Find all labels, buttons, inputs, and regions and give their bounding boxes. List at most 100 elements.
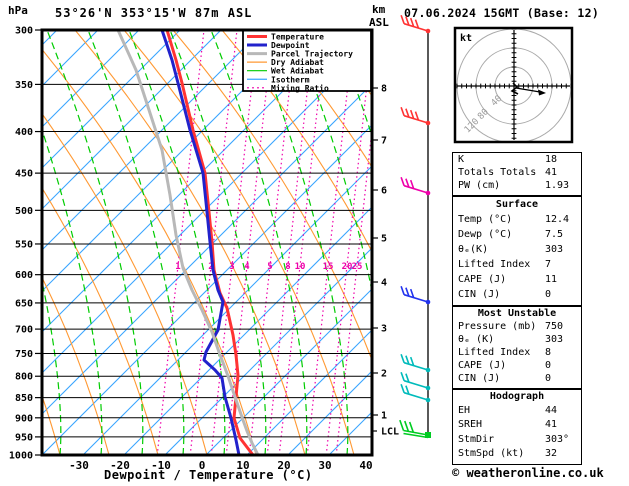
- mixing-ratio-value-label: 3: [229, 262, 234, 272]
- stats-label: CAPE (J): [458, 274, 507, 285]
- wind-barb: [400, 106, 431, 126]
- wind-barb: [400, 285, 431, 305]
- stats-value: 0: [545, 289, 552, 300]
- wind-barb: [400, 353, 431, 373]
- km-tick-label: 7: [381, 136, 387, 147]
- mixing-ratio-value-label: 10: [295, 262, 306, 272]
- stats-label: K: [458, 154, 465, 165]
- mixing-ratio-value-label: 8: [285, 262, 290, 272]
- mixing-ratio-value-label: 15: [323, 262, 334, 272]
- copyright-credit: © weatheronline.co.uk: [452, 466, 604, 480]
- stats-row: Lifted Index 8: [453, 346, 581, 359]
- temp-tick-label: -20: [110, 459, 130, 472]
- stats-label: StmDir: [458, 433, 495, 445]
- stats-value: 32: [545, 447, 558, 459]
- temp-tick-label: -30: [69, 459, 89, 472]
- wind-barb-column: [399, 14, 431, 439]
- wind-barb: [399, 419, 431, 439]
- pressure-tick-label: 500: [15, 206, 33, 217]
- stats-row: CIN (J) 0: [453, 372, 581, 385]
- stats-value: 41: [545, 419, 558, 431]
- km-tick-label: 5: [381, 234, 387, 245]
- stats-box: Most Unstable Pressure (mb) 750 θₑ (K) 303 Li…: [452, 306, 582, 389]
- temp-tick-label: -10: [151, 459, 171, 472]
- wind-barb: [400, 176, 431, 196]
- stats-value: 303°: [545, 433, 570, 445]
- stats-box: Surface Temp (°C) 12.4 Dewp (°C) 7.5 θₑ(K) 303…: [452, 196, 582, 306]
- km-tick-label: 2: [381, 369, 387, 380]
- stats-label: EH: [458, 405, 471, 417]
- stats-value: 11: [545, 274, 558, 285]
- storm-motion-vector: [515, 87, 541, 93]
- mixing-ratio-value-label: 4: [244, 262, 250, 272]
- hodograph: 4080120 kt: [453, 26, 574, 144]
- wind-barb: [400, 14, 431, 34]
- stats-value: 0: [545, 360, 552, 371]
- pressure-tick-label: 800: [15, 372, 33, 383]
- km-tick-label: 6: [381, 186, 387, 197]
- stats-box-header: Most Unstable: [477, 308, 557, 319]
- stats-value: 303: [545, 334, 564, 345]
- wet-adiabat-line: [621, 30, 629, 455]
- stats-label: CAPE (J): [458, 360, 507, 371]
- stats-value: 12.4: [545, 214, 570, 225]
- stats-value: 750: [545, 321, 564, 332]
- pressure-tick-label: 400: [15, 127, 33, 138]
- stats-row: Temp (°C) 12.4: [453, 212, 581, 227]
- stats-label: Lifted Index: [458, 259, 531, 270]
- km-tick-label: 3: [381, 324, 387, 335]
- pressure-tick-label: 450: [15, 169, 33, 180]
- temp-tick-label: 0: [199, 459, 206, 472]
- stats-row: StmDir 303°: [453, 433, 581, 447]
- stats-row: PW (cm) 1.93: [453, 179, 581, 192]
- stats-label: StmSpd (kt): [458, 447, 525, 459]
- pressure-tick-label: 700: [15, 325, 33, 336]
- stats-row: θₑ(K) 303: [453, 242, 581, 257]
- skewt-screenshot: hPa 53°26'N 353°15'W 87m ASL km ASL 07.0…: [0, 0, 629, 486]
- stats-value: 8: [545, 347, 552, 358]
- stats-row: CAPE (J) 0: [453, 359, 581, 372]
- stats-value: 303: [545, 244, 564, 255]
- stats-row: K 18: [453, 153, 581, 166]
- wind-barb: [400, 371, 431, 391]
- isotherm-line: [0, 30, 16, 455]
- temp-tick-label: 10: [236, 459, 249, 472]
- stats-label: Lifted Index: [458, 347, 531, 358]
- lcl-label: LCL: [381, 427, 399, 438]
- stats-row: θₑ (K) 303: [453, 333, 581, 346]
- mixing-ratio-value-label: 5: [267, 262, 272, 272]
- legend-item-label: Mixing Ratio: [271, 83, 329, 93]
- stats-label: Temp (°C): [458, 214, 513, 225]
- wet-adiabat-line: [580, 30, 629, 455]
- mixing-ratio-value-label: 25: [352, 262, 363, 272]
- pressure-tick-label: 1000: [9, 451, 33, 462]
- storm-motion-arrowhead: [538, 89, 546, 96]
- pressure-tick-label: 600: [15, 270, 33, 281]
- stats-row: Lifted Index 7: [453, 257, 581, 272]
- stats-label: PW (cm): [458, 180, 501, 191]
- stats-label: θₑ(K): [458, 244, 489, 255]
- stats-row: StmSpd (kt) 32: [453, 447, 581, 461]
- pressure-tick-label: 850: [15, 393, 33, 404]
- legend: TemperatureDewpointParcel TrajectoryDry …: [242, 29, 372, 93]
- stats-value: 7: [545, 259, 552, 270]
- pressure-tick-label: 650: [15, 298, 33, 309]
- stats-row: SREH 41: [453, 418, 581, 432]
- stats-value: 44: [545, 405, 558, 417]
- stats-row: Totals Totals 41: [453, 166, 581, 179]
- stats-label: CIN (J): [458, 289, 501, 300]
- stats-row: CIN (J) 0: [453, 287, 581, 302]
- pressure-tick-label: 750: [15, 349, 33, 360]
- stats-value: 18: [545, 154, 558, 165]
- hodograph-ring-label: 40: [490, 94, 505, 109]
- mixing-ratio-value-label: 1: [175, 262, 180, 272]
- stats-box-header: Hodograph: [489, 391, 545, 402]
- pressure-tick-label: 900: [15, 413, 33, 424]
- stats-row: Pressure (mb) 750: [453, 320, 581, 333]
- temp-tick-label: 30: [318, 459, 331, 472]
- stats-row: CAPE (J) 11: [453, 272, 581, 287]
- pressure-tick-label: 350: [15, 80, 33, 91]
- stats-value: 7.5: [545, 229, 564, 240]
- stats-label: Pressure (mb): [458, 321, 537, 332]
- stats-value: 1.93: [545, 180, 570, 191]
